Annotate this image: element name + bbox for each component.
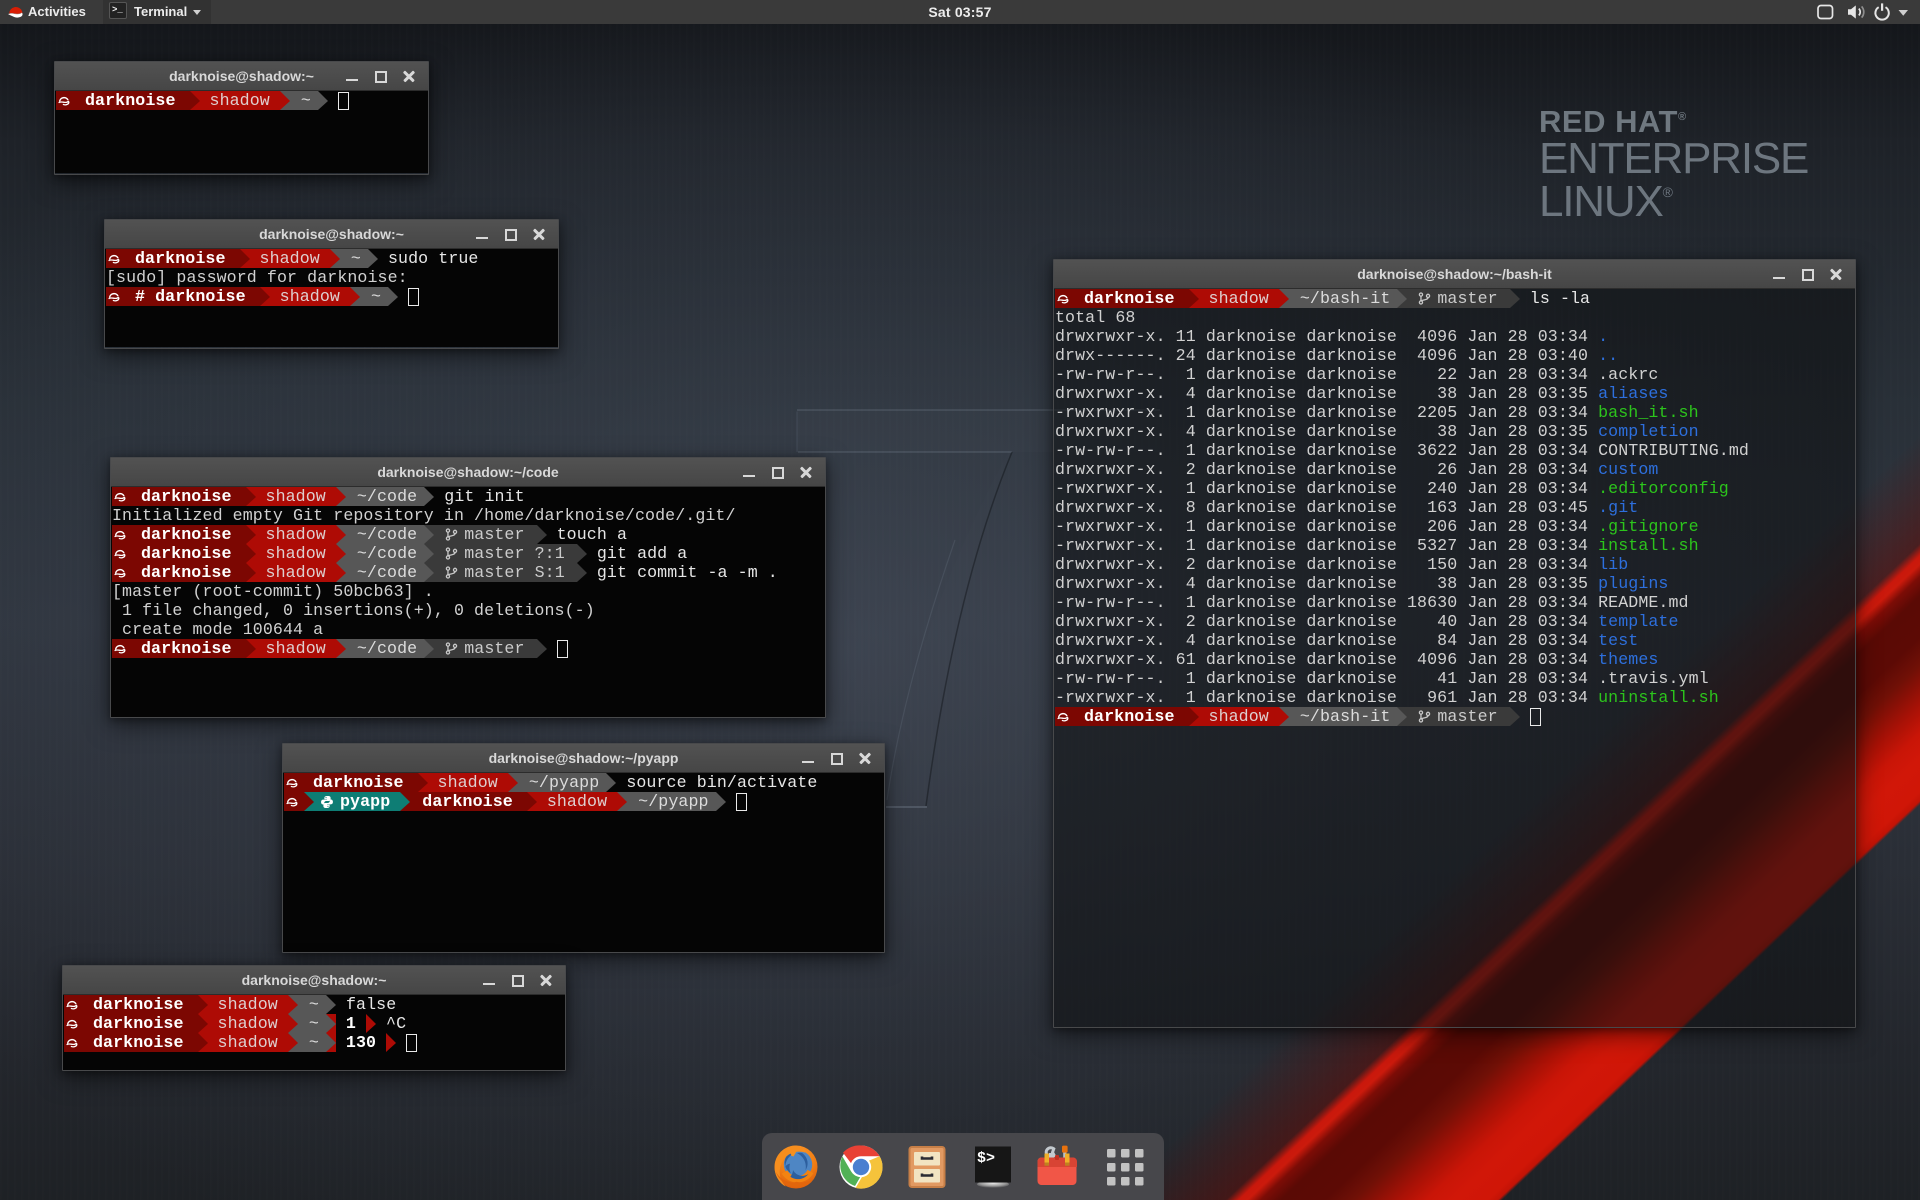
svg-text:$>: $>	[977, 1150, 995, 1167]
